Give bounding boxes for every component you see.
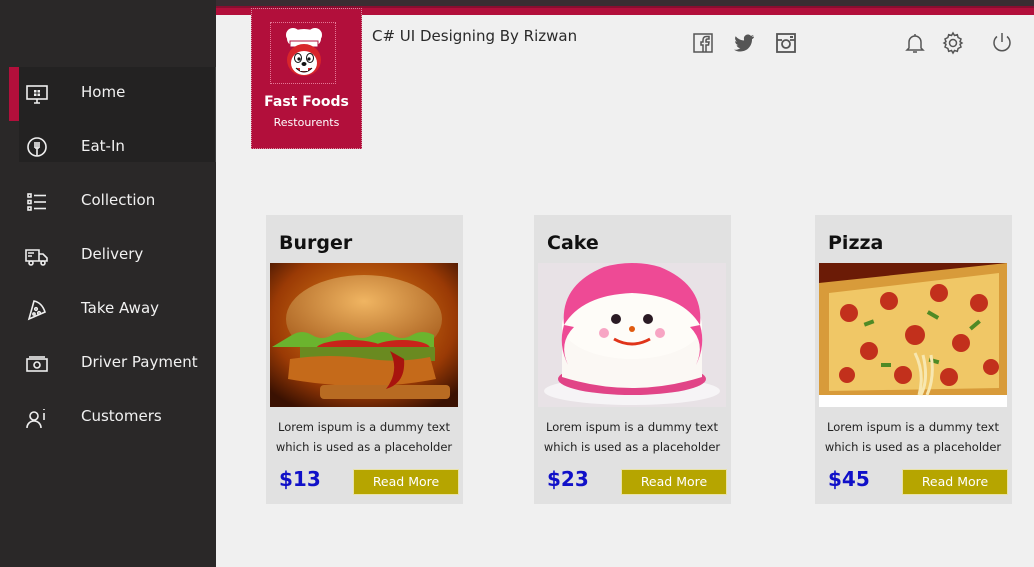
- description-line: Lorem ispum is a dummy text: [546, 420, 718, 434]
- cash-icon: [26, 356, 48, 372]
- list-icon: [27, 193, 46, 211]
- product-card-pizza: Pizza Lorem ispum is a dummy text which …: [815, 215, 1012, 504]
- monitor-icon: [26, 85, 48, 104]
- description-line: which is used as a placeholder: [824, 440, 1002, 454]
- app-title: C# UI Designing By Rizwan: [372, 27, 578, 45]
- card-description: Lorem ispum is a dummy text which is use…: [270, 417, 458, 457]
- sidebar-item-label: Driver Payment: [81, 353, 198, 371]
- sidebar-item-label: Take Away: [81, 299, 160, 317]
- description-line: which is used as a placeholder: [275, 440, 453, 454]
- description-line: which is used as a placeholder: [543, 440, 721, 454]
- read-more-button[interactable]: Read More: [902, 469, 1008, 495]
- card-title: Burger: [279, 232, 353, 254]
- cake-image: [538, 263, 726, 407]
- card-title: Pizza: [828, 232, 884, 254]
- sidebar-item-label: Delivery: [81, 245, 144, 263]
- description-line: Lorem ispum is a dummy text: [278, 420, 450, 434]
- brand-logo-panel: Fast Foods Restourents: [251, 8, 362, 149]
- sidebar: Home Eat-In Collection Delivery Take Awa…: [0, 0, 216, 567]
- sidebar-item-collection[interactable]: Collection: [0, 175, 216, 229]
- twitter-icon[interactable]: [732, 31, 756, 55]
- read-more-button[interactable]: Read More: [353, 469, 459, 495]
- mascot-logo: [270, 22, 336, 84]
- card-price: $45: [828, 467, 870, 491]
- facebook-icon[interactable]: [691, 31, 715, 55]
- truck-icon: [25, 249, 48, 266]
- sidebar-item-take-away[interactable]: Take Away: [0, 283, 216, 337]
- burger-image: [270, 263, 458, 407]
- sidebar-item-eat-in[interactable]: Eat-In: [0, 121, 216, 175]
- instagram-icon[interactable]: [774, 31, 798, 55]
- sidebar-item-label: Customers: [81, 407, 162, 425]
- product-card-cake: Cake Lorem ispum is a dummy text which i…: [534, 215, 731, 504]
- pizza-slice-icon: [27, 300, 46, 321]
- read-more-button[interactable]: Read More: [621, 469, 727, 495]
- sidebar-item-driver-payment[interactable]: Driver Payment: [0, 337, 216, 391]
- sidebar-item-label: Collection: [81, 191, 156, 209]
- description-line: Lorem ispum is a dummy text: [827, 420, 999, 434]
- product-card-burger: Burger Lorem ispum is a dummy text which…: [266, 215, 463, 504]
- user-info-icon: [26, 409, 45, 429]
- sidebar-item-home[interactable]: Home: [0, 67, 216, 121]
- sidebar-item-delivery[interactable]: Delivery: [0, 229, 216, 283]
- sidebar-item-label: Home: [81, 83, 126, 101]
- card-price: $23: [547, 467, 589, 491]
- pizza-image: [819, 263, 1007, 407]
- card-description: Lorem ispum is a dummy text which is use…: [538, 417, 726, 457]
- bell-icon[interactable]: [903, 31, 927, 55]
- brand-name: Fast Foods: [264, 94, 349, 110]
- gear-icon[interactable]: [941, 31, 965, 55]
- dine-in-icon: [27, 137, 47, 157]
- sidebar-item-customers[interactable]: Customers: [0, 391, 216, 445]
- sidebar-item-label: Eat-In: [81, 137, 125, 155]
- brand-subtitle: Restourents: [273, 116, 340, 129]
- card-price: $13: [279, 467, 321, 491]
- card-description: Lorem ispum is a dummy text which is use…: [819, 417, 1007, 457]
- power-icon[interactable]: [990, 31, 1014, 55]
- card-title: Cake: [547, 232, 599, 254]
